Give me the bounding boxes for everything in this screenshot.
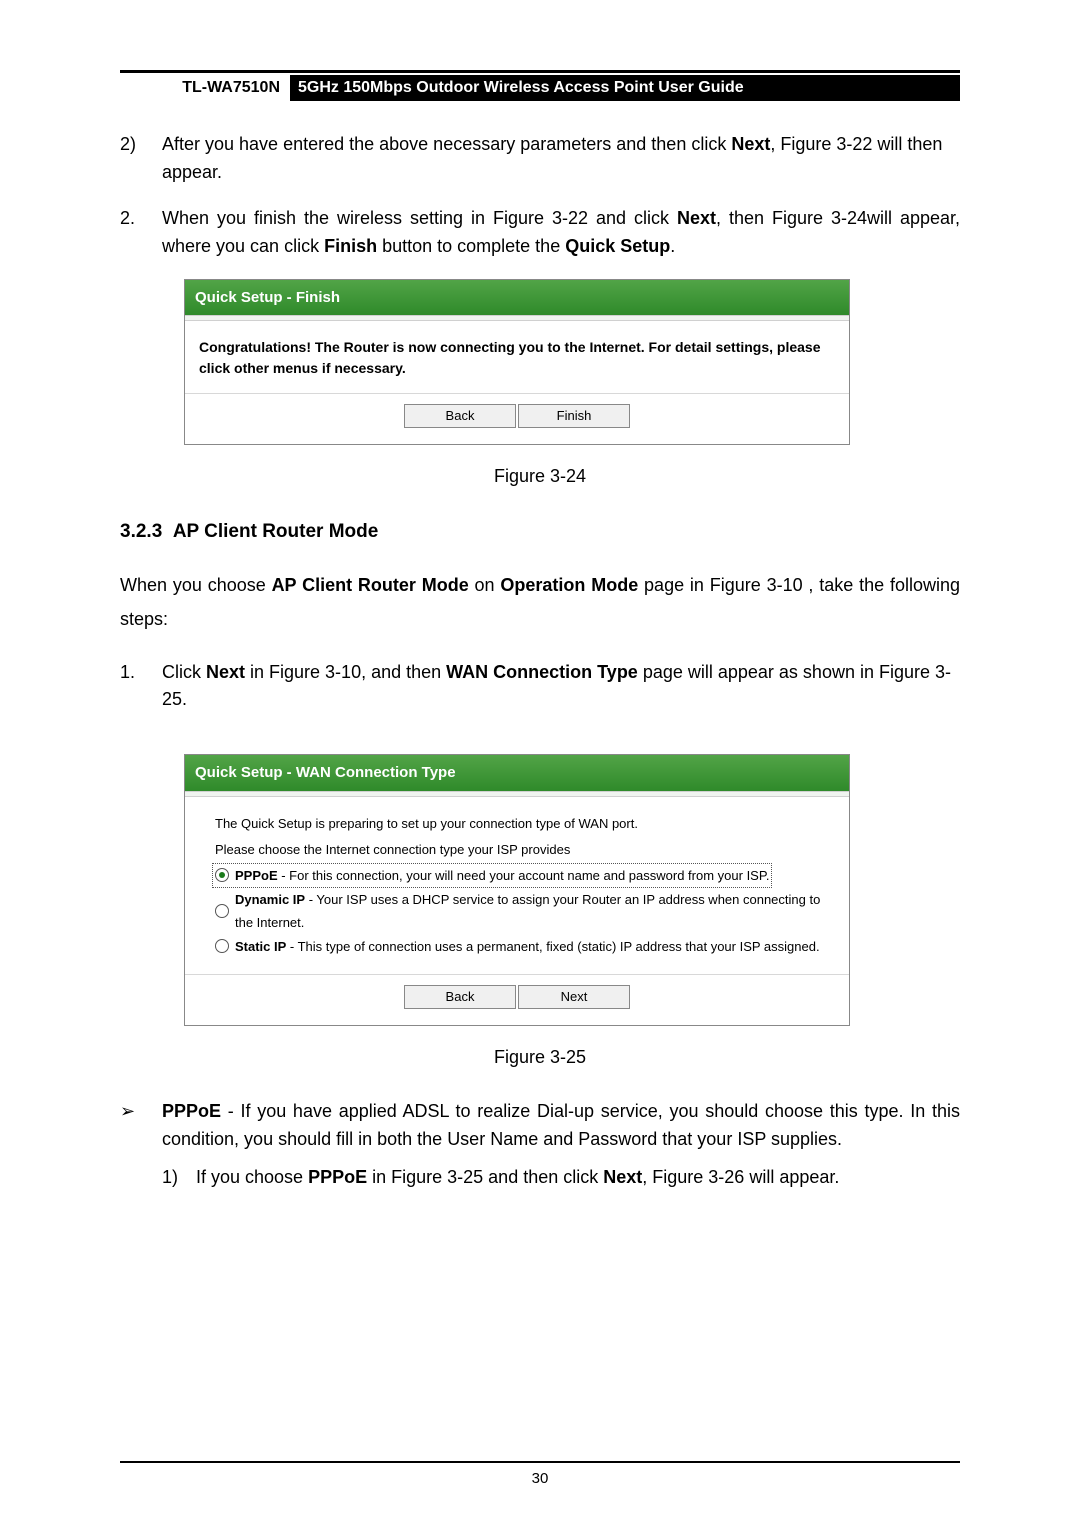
list-item-2sub: 2) After you have entered the above nece…: [120, 131, 960, 187]
marker-pppoe1: 1): [162, 1164, 196, 1192]
radio-dynamic[interactable]: [215, 904, 229, 918]
next-button[interactable]: Next: [518, 985, 630, 1009]
fig24-header: Quick Setup - Finish: [185, 280, 849, 315]
list-item-2: 2. When you finish the wireless setting …: [120, 205, 960, 261]
fig25-button-row: Back Next: [185, 974, 849, 1025]
fig24-body: Congratulations! The Router is now conne…: [185, 321, 849, 393]
radio-pppoe-label: PPPoE - For this connection, your will n…: [235, 864, 769, 887]
figure-3-24: Quick Setup - Finish Congratulations! Th…: [184, 279, 850, 445]
radio-row-static[interactable]: Static IP - This type of connection uses…: [215, 935, 835, 958]
finish-button[interactable]: Finish: [518, 404, 630, 428]
footer-rule: [120, 1461, 960, 1463]
radio-pppoe[interactable]: [215, 868, 229, 882]
fig25-header: Quick Setup - WAN Connection Type: [185, 755, 849, 790]
fig25-line2: Please choose the Internet connection ty…: [215, 837, 835, 863]
section-number: 3.2.3: [120, 521, 162, 542]
marker-step1: 1.: [120, 659, 162, 715]
header-title: 5GHz 150Mbps Outdoor Wireless Access Poi…: [290, 75, 960, 101]
sub-item-pppoe1: 1) If you choose PPPoE in Figure 3-25 an…: [162, 1164, 960, 1192]
bullet-pppoe-text: PPPoE - If you have applied ADSL to real…: [162, 1098, 960, 1154]
marker-2: 2.: [120, 205, 162, 261]
radio-dynamic-label: Dynamic IP - Your ISP uses a DHCP servic…: [235, 888, 835, 935]
radio-static[interactable]: [215, 939, 229, 953]
fig24-button-row: Back Finish: [185, 393, 849, 444]
back-button[interactable]: Back: [404, 985, 516, 1009]
figure-3-25: Quick Setup - WAN Connection Type The Qu…: [184, 754, 850, 1026]
list-item-step1: 1. Click Next in Figure 3-10, and then W…: [120, 659, 960, 715]
text-2: When you finish the wireless setting in …: [162, 205, 960, 261]
fig25-line1: The Quick Setup is preparing to set up y…: [215, 811, 835, 837]
header-model: TL-WA7510N: [120, 75, 290, 101]
marker-2sub: 2): [120, 131, 162, 187]
header-bar: TL-WA7510N 5GHz 150Mbps Outdoor Wireless…: [120, 75, 960, 101]
header-rule: [120, 70, 960, 73]
fig24-caption: Figure 3-24: [120, 463, 960, 491]
section-intro: When you choose AP Client Router Mode on…: [120, 568, 960, 636]
radio-row-pppoe[interactable]: PPPoE - For this connection, your will n…: [212, 863, 772, 888]
text-2sub: After you have entered the above necessa…: [162, 131, 960, 187]
text-step1: Click Next in Figure 3-10, and then WAN …: [162, 659, 960, 715]
bullet-pppoe: ➢ PPPoE - If you have applied ADSL to re…: [120, 1098, 960, 1154]
section-title: AP Client Router Mode: [173, 521, 379, 542]
page-number: 30: [0, 1470, 1080, 1487]
back-button[interactable]: Back: [404, 404, 516, 428]
text-pppoe1: If you choose PPPoE in Figure 3-25 and t…: [196, 1164, 839, 1192]
section-heading: 3.2.3 AP Client Router Mode: [120, 517, 960, 546]
radio-static-label: Static IP - This type of connection uses…: [235, 935, 820, 958]
fig25-caption: Figure 3-25: [120, 1044, 960, 1072]
fig25-body: The Quick Setup is preparing to set up y…: [185, 797, 849, 975]
radio-row-dynamic[interactable]: Dynamic IP - Your ISP uses a DHCP servic…: [215, 888, 835, 935]
arrow-icon: ➢: [120, 1098, 162, 1154]
